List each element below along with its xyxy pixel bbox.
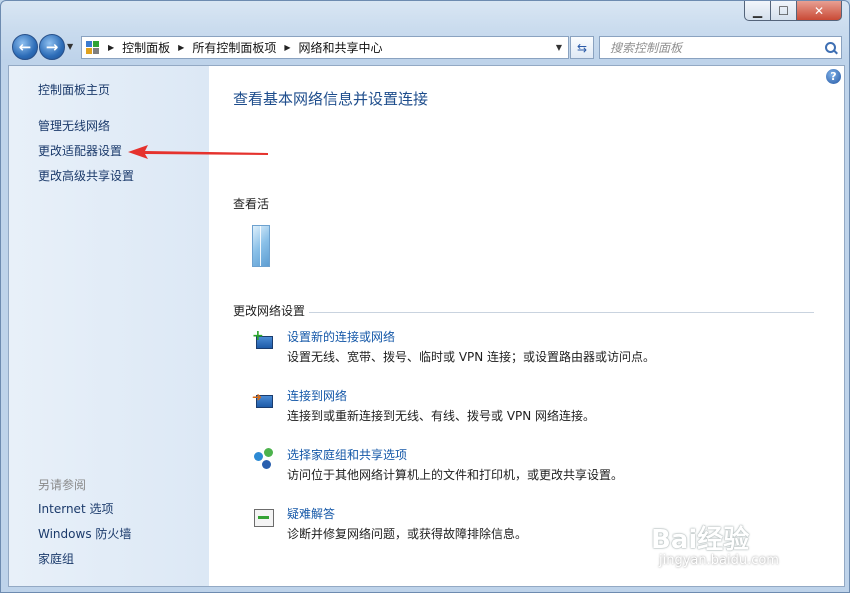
page-title: 查看基本网络信息并设置连接 bbox=[233, 90, 429, 108]
breadcrumb-all-items[interactable]: 所有控制面板项 bbox=[192, 39, 276, 56]
window: ▁ ☐ ✕ ← → ▼ ▶ 控制面板 ▶ 所有控制面板项 ▶ 网络和共享中心 ▼… bbox=[0, 0, 850, 593]
sidebar-item-homegroup[interactable]: 家庭组 bbox=[38, 550, 74, 567]
homegroup-icon[interactable] bbox=[252, 448, 276, 470]
see-also-heading: 另请参阅 bbox=[38, 478, 87, 492]
active-networks-label: 查看活 bbox=[233, 197, 270, 211]
watermark-url: jingyan.baidu.com bbox=[659, 553, 779, 568]
refresh-icon: ⇆ bbox=[576, 40, 588, 55]
section-divider bbox=[309, 312, 814, 313]
troubleshoot-icon[interactable] bbox=[252, 507, 276, 529]
breadcrumb-network-center[interactable]: 网络和共享中心 bbox=[299, 39, 383, 56]
network-icon bbox=[252, 225, 270, 267]
sidebar-item-windows-firewall[interactable]: Windows 防火墙 bbox=[38, 525, 131, 542]
recent-pages-dropdown[interactable]: ▼ bbox=[67, 42, 73, 51]
homegroup-description: 访问位于其他网络计算机上的文件和打印机，或更改共享设置。 bbox=[287, 468, 624, 482]
new-connection-description: 设置无线、宽带、拨号、临时或 VPN 连接；或设置路由器或访问点。 bbox=[287, 350, 656, 364]
address-bar[interactable]: ▶ 控制面板 ▶ 所有控制面板项 ▶ 网络和共享中心 ▼ bbox=[81, 36, 569, 59]
new-connection-icon[interactable]: + bbox=[252, 329, 276, 352]
forward-button[interactable]: → bbox=[39, 34, 65, 60]
breadcrumb-separator-icon[interactable]: ▶ bbox=[108, 43, 114, 52]
minimize-button[interactable]: ▁ bbox=[744, 1, 771, 21]
connect-network-description: 连接到或重新连接到无线、有线、拨号或 VPN 网络连接。 bbox=[287, 409, 596, 423]
back-arrow-icon: ← bbox=[18, 38, 32, 56]
sidebar-item-internet-options[interactable]: Internet 选项 bbox=[38, 500, 113, 517]
watermark-brand: Bai经验 bbox=[651, 525, 750, 555]
maximize-button[interactable]: ☐ bbox=[771, 1, 797, 21]
address-dropdown-icon[interactable]: ▼ bbox=[556, 43, 562, 52]
sidebar-item-home[interactable]: 控制面板主页 bbox=[38, 81, 110, 98]
refresh-button[interactable]: ⇆ bbox=[570, 36, 594, 59]
window-controls: ▁ ☐ ✕ bbox=[744, 1, 842, 21]
connect-network-link[interactable]: 连接到网络 bbox=[287, 387, 347, 404]
sidebar-item-manage-wireless[interactable]: 管理无线网络 bbox=[38, 117, 110, 134]
close-button[interactable]: ✕ bbox=[797, 1, 842, 21]
breadcrumb-control-panel[interactable]: 控制面板 bbox=[122, 39, 170, 56]
troubleshoot-link[interactable]: 疑难解答 bbox=[287, 505, 335, 522]
search-placeholder: 搜索控制面板 bbox=[610, 41, 683, 55]
sidebar-item-advanced-sharing[interactable]: 更改高级共享设置 bbox=[38, 167, 134, 184]
new-connection-link[interactable]: 设置新的连接或网络 bbox=[287, 328, 395, 345]
sidebar-item-adapter-settings[interactable]: 更改适配器设置 bbox=[38, 142, 122, 159]
help-icon[interactable]: ? bbox=[826, 69, 841, 84]
change-settings-heading: 更改网络设置 bbox=[233, 304, 306, 318]
homegroup-link[interactable]: 选择家庭组和共享选项 bbox=[287, 446, 407, 463]
search-input[interactable]: 搜索控制面板 bbox=[599, 36, 842, 59]
breadcrumb-separator-icon[interactable]: ▶ bbox=[178, 43, 184, 52]
back-button[interactable]: ← bbox=[12, 34, 38, 60]
annotation-arrow-icon bbox=[128, 145, 268, 159]
connect-network-icon[interactable]: ➜ bbox=[252, 389, 276, 411]
navigation-bar: ← → ▼ ▶ 控制面板 ▶ 所有控制面板项 ▶ 网络和共享中心 ▼ ⇆ 搜索控… bbox=[1, 31, 849, 63]
troubleshoot-description: 诊断并修复网络问题，或获得故障排除信息。 bbox=[287, 527, 528, 541]
control-panel-icon bbox=[86, 40, 100, 55]
search-icon[interactable] bbox=[825, 42, 836, 53]
breadcrumb-separator-icon[interactable]: ▶ bbox=[284, 43, 290, 52]
forward-arrow-icon: → bbox=[45, 38, 59, 56]
